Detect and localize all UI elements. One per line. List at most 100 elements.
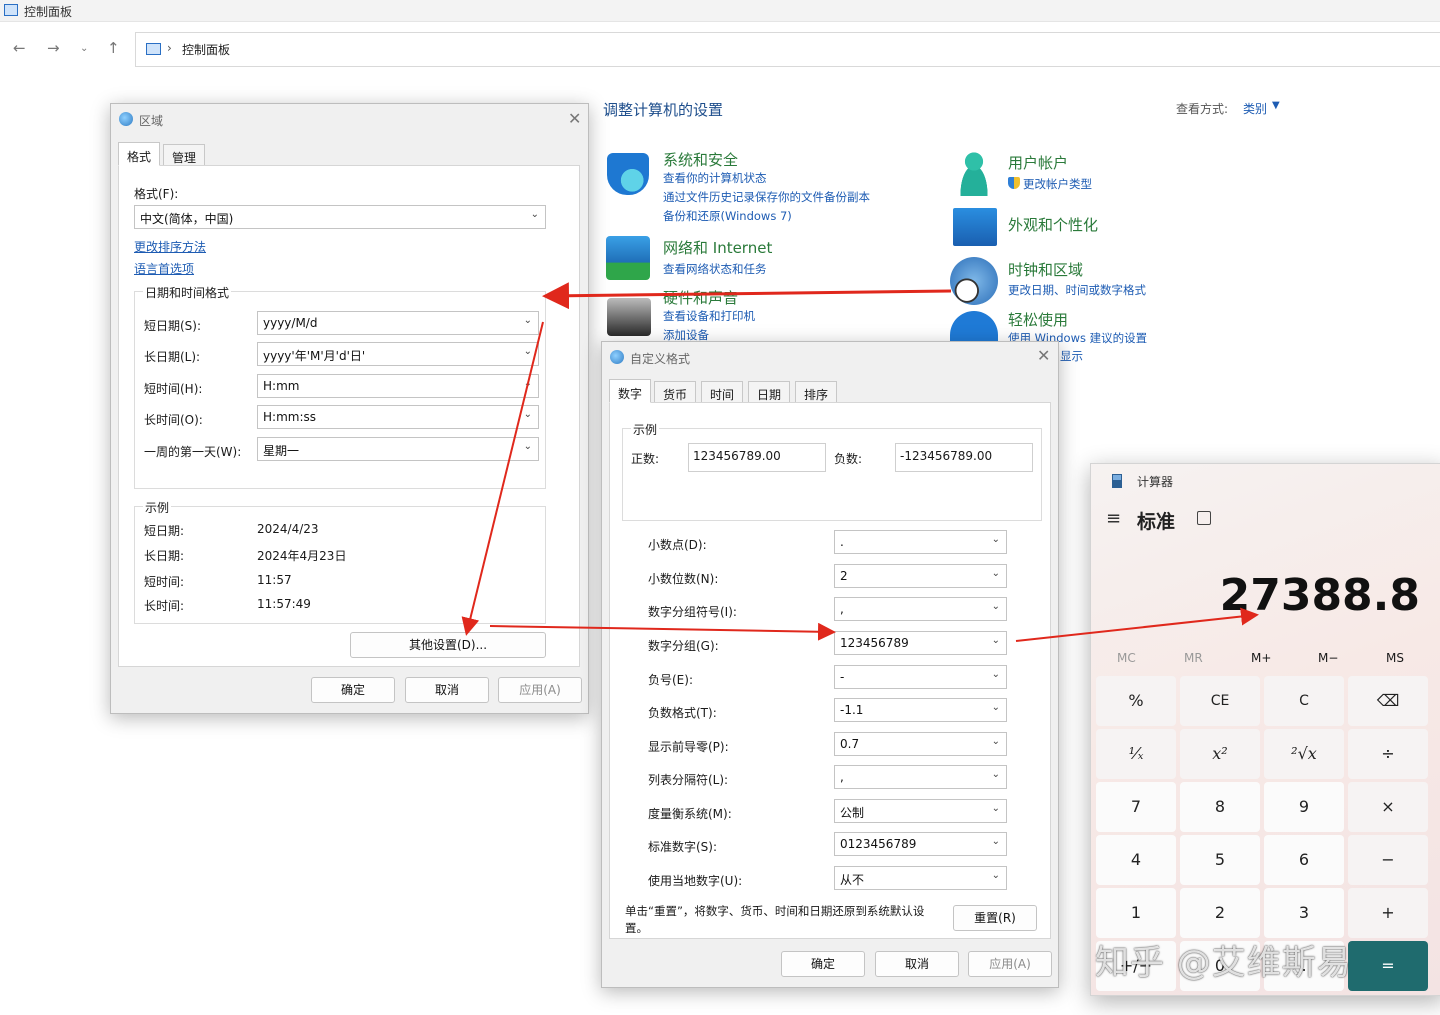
back-arrow-icon[interactable]: ← <box>13 39 26 57</box>
tab-administrative[interactable]: 管理 <box>163 144 206 166</box>
tab-numbers[interactable]: 数字 <box>609 379 652 403</box>
apply-button[interactable]: 应用(A) <box>498 677 582 703</box>
address-bar[interactable]: › 控制面板 <box>135 32 1440 67</box>
reset-button[interactable]: 重置(R) <box>953 905 1037 931</box>
forward-arrow-icon[interactable]: → <box>47 39 60 57</box>
digit-grouping-dropdown[interactable]: 123456789 ⌄ <box>834 631 1007 655</box>
short-date-dropdown[interactable]: yyyy/M/d ⌄ <box>257 311 539 335</box>
link-display[interactable]: 显示 <box>1060 348 1083 364</box>
digit-3-key[interactable]: 3 <box>1264 888 1344 938</box>
memory-store-button[interactable]: MS <box>1386 651 1404 665</box>
category-clock-region[interactable]: 时钟和区域 <box>1008 259 1083 280</box>
negative-label: 负数: <box>834 452 863 466</box>
chevron-down-icon: ⌄ <box>991 635 1000 646</box>
tab-date[interactable]: 日期 <box>748 381 791 403</box>
cancel-button[interactable]: 取消 <box>875 951 959 977</box>
close-icon[interactable]: ✕ <box>1037 346 1050 365</box>
measurement-system-label: 度量衡系统(M): <box>648 807 732 821</box>
page-title: 调整计算机的设置 <box>603 101 724 119</box>
link-change-date-format[interactable]: 更改日期、时间或数字格式 <box>1008 282 1146 298</box>
link-computer-status[interactable]: 查看你的计算机状态 <box>663 170 767 186</box>
subtract-key[interactable]: − <box>1348 835 1428 885</box>
cancel-button[interactable]: 取消 <box>405 677 489 703</box>
ok-button[interactable]: 确定 <box>311 677 395 703</box>
decimal-symbol-dropdown[interactable]: . ⌄ <box>834 530 1007 554</box>
category-appearance[interactable]: 外观和个性化 <box>1008 214 1098 235</box>
group-caption: 日期和时间格式 <box>143 284 232 301</box>
group-caption: 示例 <box>631 421 660 438</box>
native-digits-dropdown[interactable]: 从不 ⌄ <box>834 866 1007 890</box>
memory-recall-button[interactable]: MR <box>1184 651 1203 665</box>
square-root-key[interactable]: ²√x <box>1264 729 1344 779</box>
digit-2-key[interactable]: 2 <box>1180 888 1260 938</box>
link-file-history[interactable]: 通过文件历史记录保存你的文件备份副本 <box>663 189 870 205</box>
positive-example: 123456789.00 <box>688 443 826 472</box>
square-key[interactable]: x² <box>1180 729 1260 779</box>
up-arrow-icon[interactable]: ↑ <box>107 39 120 57</box>
digit-grouping-symbol-dropdown[interactable]: , ⌄ <box>834 597 1007 621</box>
tab-currency[interactable]: 货币 <box>654 381 697 403</box>
add-key[interactable]: + <box>1348 888 1428 938</box>
list-separator-dropdown[interactable]: , ⌄ <box>834 765 1007 789</box>
category-user-accounts[interactable]: 用户帐户 <box>1008 152 1068 173</box>
close-icon[interactable]: ✕ <box>568 109 581 128</box>
reciprocal-key[interactable]: ¹⁄ₓ <box>1096 729 1176 779</box>
digit-5-key[interactable]: 5 <box>1180 835 1260 885</box>
breadcrumb[interactable]: 控制面板 <box>182 41 230 58</box>
category-system-security[interactable]: 系统和安全 <box>663 149 738 170</box>
category-hardware-sound[interactable]: 硬件和声音 <box>663 287 738 308</box>
ok-button[interactable]: 确定 <box>781 951 865 977</box>
backspace-icon[interactable]: ⌫ <box>1348 676 1428 726</box>
measurement-system-dropdown[interactable]: 公制 ⌄ <box>834 799 1007 823</box>
first-day-dropdown[interactable]: 星期一 ⌄ <box>257 437 539 461</box>
standard-digits-dropdown[interactable]: 0123456789 ⌄ <box>834 832 1007 856</box>
language-preferences-link[interactable]: 语言首选项 <box>134 260 194 277</box>
keep-on-top-icon[interactable] <box>1197 511 1211 525</box>
digit-1-key[interactable]: 1 <box>1096 888 1176 938</box>
digit-9-key[interactable]: 9 <box>1264 782 1344 832</box>
memory-clear-button[interactable]: MC <box>1117 651 1136 665</box>
other-settings-button[interactable]: 其他设置(D)... <box>350 632 546 658</box>
tab-time[interactable]: 时间 <box>701 381 744 403</box>
digit-7-key[interactable]: 7 <box>1096 782 1176 832</box>
divide-key[interactable]: ÷ <box>1348 729 1428 779</box>
digit-grouping-symbol-value: , <box>840 602 844 616</box>
memory-add-button[interactable]: M+ <box>1251 651 1271 665</box>
decimal-digits-dropdown[interactable]: 2 ⌄ <box>834 564 1007 588</box>
category-network-internet[interactable]: 网络和 Internet <box>663 237 772 258</box>
change-sort-link[interactable]: 更改排序方法 <box>134 238 206 255</box>
link-network-status[interactable]: 查看网络状态和任务 <box>663 261 767 277</box>
equals-key[interactable]: = <box>1348 941 1428 991</box>
format-dropdown[interactable]: 中文(简体，中国) ⌄ <box>134 205 546 229</box>
caret-down-icon[interactable]: ▼ <box>1272 100 1280 111</box>
multiply-key[interactable]: × <box>1348 782 1428 832</box>
view-by-dropdown[interactable]: 类别 <box>1243 100 1267 117</box>
digit-6-key[interactable]: 6 <box>1264 835 1344 885</box>
category-ease-of-access[interactable]: 轻松使用 <box>1008 309 1068 330</box>
long-date-dropdown[interactable]: yyyy'年'M'月'd'日' ⌄ <box>257 342 539 366</box>
example-short-time-label: 短时间: <box>144 575 185 589</box>
digit-8-key[interactable]: 8 <box>1180 782 1260 832</box>
clear-key[interactable]: C <box>1264 676 1344 726</box>
negative-sign-dropdown[interactable]: - ⌄ <box>834 665 1007 689</box>
apply-button[interactable]: 应用(A) <box>968 951 1052 977</box>
link-backup-restore[interactable]: 备份和还原(Windows 7) <box>663 208 792 224</box>
memory-subtract-button[interactable]: M− <box>1318 651 1338 665</box>
percent-key[interactable]: % <box>1096 676 1176 726</box>
leading-zeros-dropdown[interactable]: 0.7 ⌄ <box>834 732 1007 756</box>
calculator-window: 计算器 ≡ 标准 27388.8 MC MR M+ M− MS % CE C ⌫… <box>1090 463 1440 996</box>
tab-sorting[interactable]: 排序 <box>795 381 838 403</box>
first-day-label: 一周的第一天(W): <box>144 445 242 459</box>
link-change-account-type[interactable]: 更改帐户类型 <box>1023 176 1092 192</box>
recent-chevron-icon[interactable]: ⌄ <box>80 43 88 54</box>
digit-4-key[interactable]: 4 <box>1096 835 1176 885</box>
negative-format-dropdown[interactable]: -1.1 ⌄ <box>834 698 1007 722</box>
clear-entry-key[interactable]: CE <box>1180 676 1260 726</box>
link-devices-printers[interactable]: 查看设备和打印机 <box>663 308 755 324</box>
breadcrumb-chevron-icon[interactable]: › <box>167 41 172 55</box>
short-time-dropdown[interactable]: H:mm ⌄ <box>257 374 539 398</box>
digit-grouping-value: 123456789 <box>840 636 909 650</box>
long-time-dropdown[interactable]: H:mm:ss ⌄ <box>257 405 539 429</box>
hamburger-menu-icon[interactable]: ≡ <box>1106 508 1121 529</box>
tab-format[interactable]: 格式 <box>118 142 161 166</box>
